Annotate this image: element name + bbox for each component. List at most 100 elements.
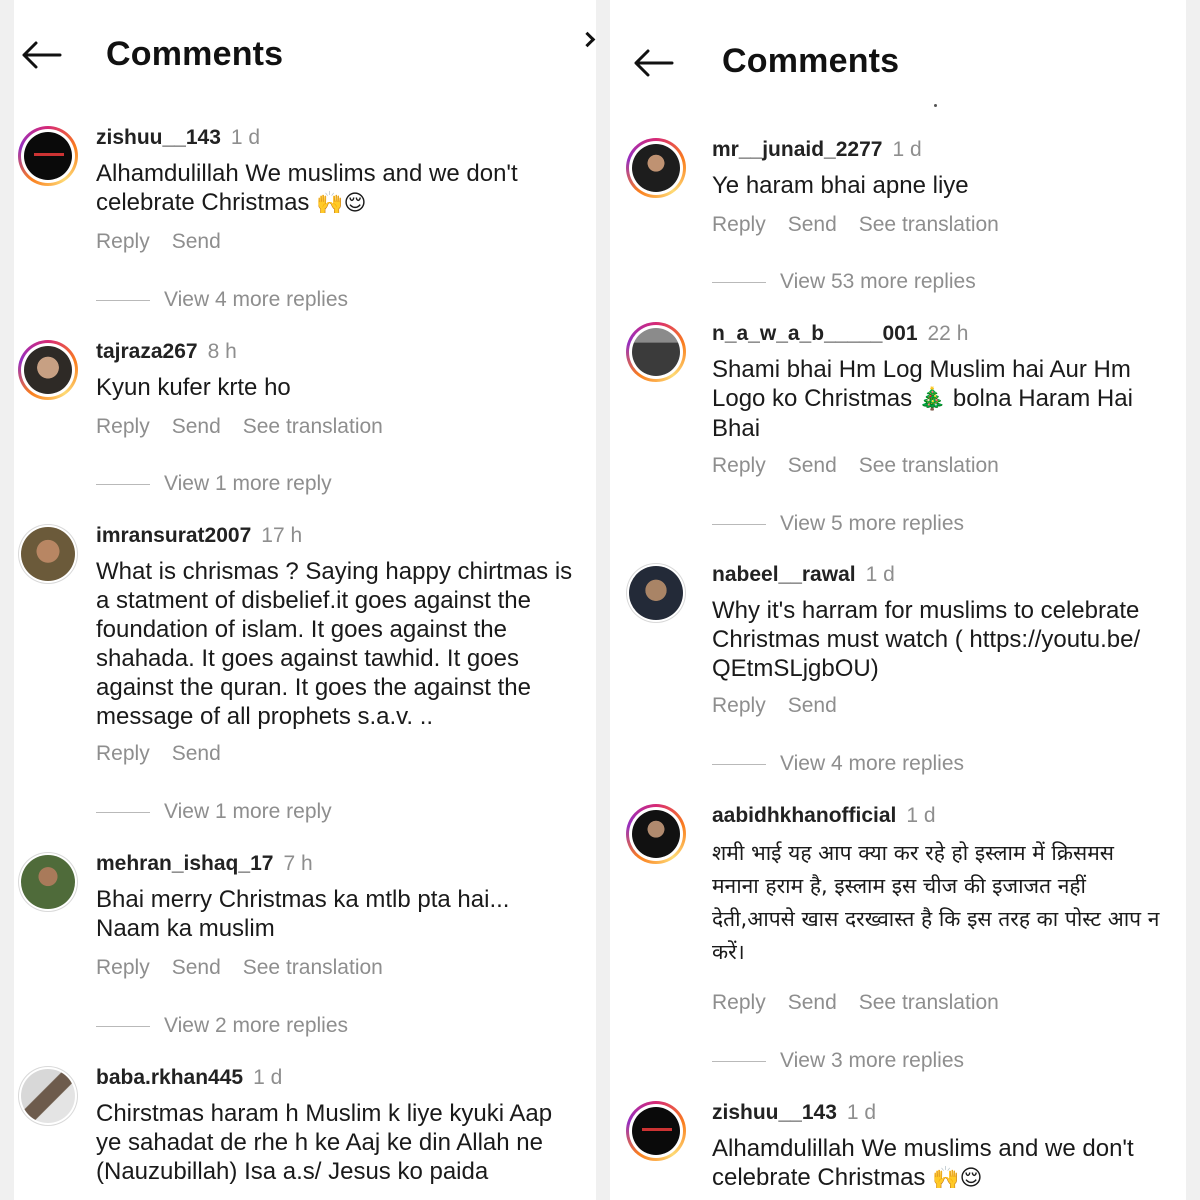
username[interactable]: mehran_ishaq_17 [96, 852, 273, 875]
reply-button[interactable]: Reply [712, 454, 766, 477]
username[interactable]: n_a_w_a_b_____001 [712, 322, 918, 345]
comment-actions: Reply Send See translation [96, 415, 405, 439]
avatar-image [632, 144, 680, 192]
comment-text: Why it's harram for muslims to celebrate… [712, 597, 1141, 682]
comment-actions: Reply Send [712, 694, 859, 718]
view-replies-button[interactable]: View 4 more replies [96, 288, 348, 312]
divider [96, 1025, 150, 1027]
timestamp: 8 h [207, 340, 237, 363]
divider [96, 811, 150, 813]
back-arrow-icon[interactable] [632, 48, 674, 78]
comment-text: Bhai merry Christmas ka mtlb pta hai... … [96, 886, 510, 942]
avatar[interactable] [626, 138, 686, 198]
scroll-dot [934, 104, 937, 107]
username[interactable]: zishuu__143 [96, 126, 221, 149]
comment-text: Alhamdulillah We muslims and we don't ce… [712, 1135, 1134, 1191]
timestamp: 1 d [892, 138, 922, 161]
comment-header: mehran_ishaq_17 7 h [96, 852, 313, 876]
comment-text: Ye haram bhai apne liye [712, 172, 969, 199]
avatar[interactable] [18, 852, 78, 912]
comment-header: zishuu__143 1 d [96, 126, 260, 150]
username[interactable]: zishuu__143 [712, 1101, 837, 1124]
comment-text: What is chrismas ? Saying happy chirtmas… [96, 558, 573, 730]
comment-text: Shami bhai Hm Log Muslim hai Aur Hm Logo… [712, 356, 1133, 442]
send-button[interactable]: Send [172, 956, 221, 979]
username[interactable]: aabidhkhanofficial [712, 804, 896, 827]
avatar-image [21, 1069, 75, 1123]
view-replies-button[interactable]: View 1 more reply [96, 472, 332, 496]
comments-panel-left: Comments zishuu__143 1 d Alhamdulillah We… [14, 0, 596, 1200]
page-title: Comments [106, 35, 284, 73]
avatar[interactable] [626, 1101, 686, 1161]
see-translation-button[interactable]: See translation [859, 454, 999, 477]
comments-panel-right: Comments mr__junaid_2277 1 d Ye haram bha… [610, 0, 1186, 1200]
comment-header: mr__junaid_2277 1 d [712, 138, 922, 162]
avatar[interactable] [18, 1066, 78, 1126]
comment-actions: Reply Send [96, 230, 243, 254]
avatar-image [632, 328, 680, 376]
avatar-image [24, 346, 72, 394]
send-button[interactable]: Send [172, 742, 221, 765]
reply-button[interactable]: Reply [712, 213, 766, 236]
reply-button[interactable]: Reply [96, 956, 150, 979]
reply-button[interactable]: Reply [96, 415, 150, 438]
avatar[interactable] [626, 804, 686, 864]
username[interactable]: mr__junaid_2277 [712, 138, 882, 161]
reply-button[interactable]: Reply [96, 230, 150, 253]
username[interactable]: tajraza267 [96, 340, 198, 363]
view-replies-button[interactable]: View 2 more replies [96, 1014, 348, 1038]
comment-text: Kyun kufer krte ho [96, 374, 291, 401]
divider [712, 281, 766, 283]
comment-header: zishuu__143 1 d [712, 1101, 876, 1125]
send-button[interactable]: Send [788, 694, 837, 717]
timestamp: 1 d [230, 126, 261, 149]
view-replies-button[interactable]: View 4 more replies [712, 752, 964, 776]
send-button[interactable]: Send [788, 454, 837, 477]
avatar[interactable] [18, 126, 78, 186]
avatar-image [632, 810, 680, 858]
avatar-image [21, 527, 75, 581]
comment-text: Alhamdulillah We muslims and we don't ce… [96, 160, 518, 216]
comment-header: nabeel__rawal 1 d [712, 563, 895, 587]
divider [96, 483, 150, 485]
avatar-image [24, 132, 72, 180]
timestamp: 22 h [927, 322, 969, 345]
view-replies-button[interactable]: View 3 more replies [712, 1049, 964, 1073]
christmas-tree-emoji: 🎄 [918, 387, 947, 412]
avatar-image [632, 1107, 680, 1155]
view-replies-button[interactable]: View 1 more reply [96, 800, 332, 824]
view-replies-button[interactable]: View 53 more replies [712, 270, 976, 294]
reply-button[interactable]: Reply [96, 742, 150, 765]
username[interactable]: baba.rkhan445 [96, 1066, 243, 1089]
see-translation-button[interactable]: See translation [243, 415, 383, 438]
timestamp: 1 d [253, 1066, 283, 1089]
reply-button[interactable]: Reply [712, 694, 766, 717]
username[interactable]: nabeel__rawal [712, 563, 856, 586]
view-replies-button[interactable]: View 5 more replies [712, 512, 964, 536]
avatar[interactable] [18, 524, 78, 584]
avatar[interactable] [626, 322, 686, 382]
see-translation-button[interactable]: See translation [243, 956, 383, 979]
comment-header: n_a_w_a_b_____001 22 h [712, 322, 968, 346]
reply-button[interactable]: Reply [712, 991, 766, 1014]
comment-text: Chirstmas haram h Muslim k liye kyuki Aa… [96, 1100, 553, 1185]
send-button[interactable]: Send [172, 415, 221, 438]
comment-actions: Reply Send See translation [96, 956, 405, 980]
see-translation-button[interactable]: See translation [859, 213, 999, 236]
comment-header: baba.rkhan445 1 d [96, 1066, 282, 1090]
avatar-image [629, 566, 683, 620]
timestamp: 1 d [846, 1101, 877, 1124]
avatar[interactable] [18, 340, 78, 400]
timestamp: 1 d [906, 804, 936, 827]
send-button[interactable]: Send [172, 230, 221, 253]
send-button[interactable]: Send [788, 213, 837, 236]
send-button[interactable]: Send [788, 991, 837, 1014]
back-arrow-icon[interactable] [20, 40, 62, 70]
emoji: 🙌😌 [316, 191, 367, 216]
avatar[interactable] [626, 563, 686, 623]
comments-header: Comments [14, 0, 596, 110]
comment-actions: Reply Send See translation [712, 454, 1021, 478]
see-translation-button[interactable]: See translation [859, 991, 999, 1014]
username[interactable]: imransurat2007 [96, 524, 251, 547]
divider [96, 299, 150, 301]
